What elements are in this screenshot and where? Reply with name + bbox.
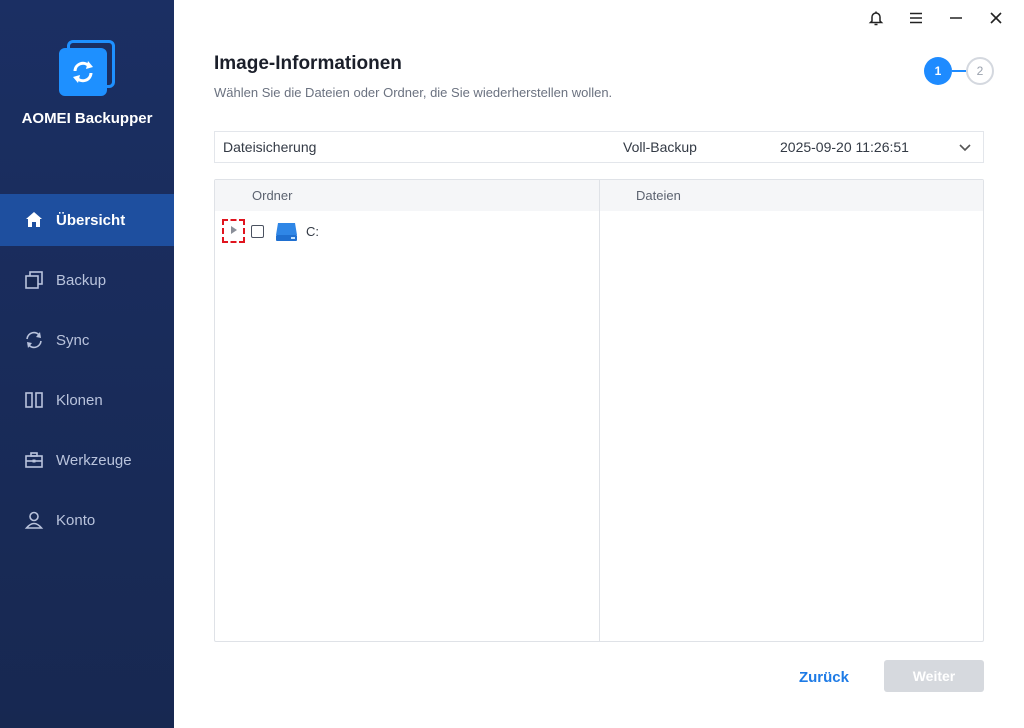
backup-select-dropdown[interactable]: Dateisicherung Voll-Backup 2025-09-20 11… [214, 131, 984, 163]
caret-right-icon [229, 222, 239, 240]
minimize-icon [948, 10, 964, 31]
sidebar-item-backup[interactable]: Backup [0, 254, 174, 306]
close-icon [988, 10, 1004, 31]
page-subtitle: Wählen Sie die Dateien oder Ordner, die … [214, 85, 613, 100]
back-button[interactable]: Zurück [786, 661, 862, 693]
folder-panel-header: Ordner [215, 180, 599, 211]
sidebar-item-tools[interactable]: Werkzeuge [0, 434, 174, 486]
sync-icon [24, 330, 44, 350]
folder-panel: Ordner C: [215, 180, 600, 641]
clone-icon [24, 390, 44, 410]
window-controls [856, 8, 1016, 32]
files-panel: Dateien [600, 180, 983, 641]
sidebar-item-label: Übersicht [56, 211, 126, 229]
home-icon [24, 210, 44, 230]
minimize-button[interactable] [936, 8, 976, 32]
step-1: 1 [924, 57, 952, 85]
menu-icon [908, 10, 924, 31]
toolbox-icon [24, 450, 44, 470]
chevron-down-icon [957, 139, 973, 155]
notification-button[interactable] [856, 8, 896, 32]
backup-name: Dateisicherung [223, 139, 317, 155]
user-icon [24, 510, 44, 530]
sidebar-item-clone[interactable]: Klonen [0, 374, 174, 426]
app-logo-icon [57, 38, 117, 98]
app-name: AOMEI Backupper [21, 110, 153, 127]
drive-icon [275, 220, 298, 242]
drive-checkbox[interactable] [251, 224, 264, 238]
step-2: 2 [966, 57, 994, 85]
sidebar-nav: Übersicht Backup Sync Klonen Werkzeuge K… [0, 194, 174, 554]
sidebar-item-label: Backup [56, 271, 107, 289]
drive-label: C: [306, 223, 319, 239]
sidebar-item-label: Klonen [56, 391, 103, 409]
tree-row-c-drive[interactable]: C: [222, 218, 319, 244]
files-panel-header: Dateien [600, 180, 983, 211]
restore-browser: Ordner C: Dateien [214, 179, 984, 642]
backup-time: 2025-09-20 11:26:51 [780, 139, 909, 155]
sidebar-item-label: Sync [56, 331, 90, 349]
step-indicator: 1 2 [924, 57, 994, 85]
sidebar-item-sync[interactable]: Sync [0, 314, 174, 366]
page-title: Image-Informationen [214, 53, 402, 74]
expand-toggle[interactable] [222, 219, 245, 243]
close-button[interactable] [976, 8, 1016, 32]
sidebar-item-label: Werkzeuge [56, 451, 132, 469]
sidebar-item-overview[interactable]: Übersicht [0, 194, 174, 246]
sidebar-item-account[interactable]: Konto [0, 494, 174, 546]
next-button[interactable]: Weiter [884, 660, 984, 692]
menu-button[interactable] [896, 8, 936, 32]
backup-type: Voll-Backup [623, 139, 697, 155]
backup-icon [24, 270, 44, 290]
sidebar-item-label: Konto [56, 511, 96, 529]
sidebar: AOMEI Backupper Übersicht Backup Sync Kl… [0, 0, 174, 728]
bell-icon [868, 10, 884, 31]
step-connector [952, 70, 966, 72]
